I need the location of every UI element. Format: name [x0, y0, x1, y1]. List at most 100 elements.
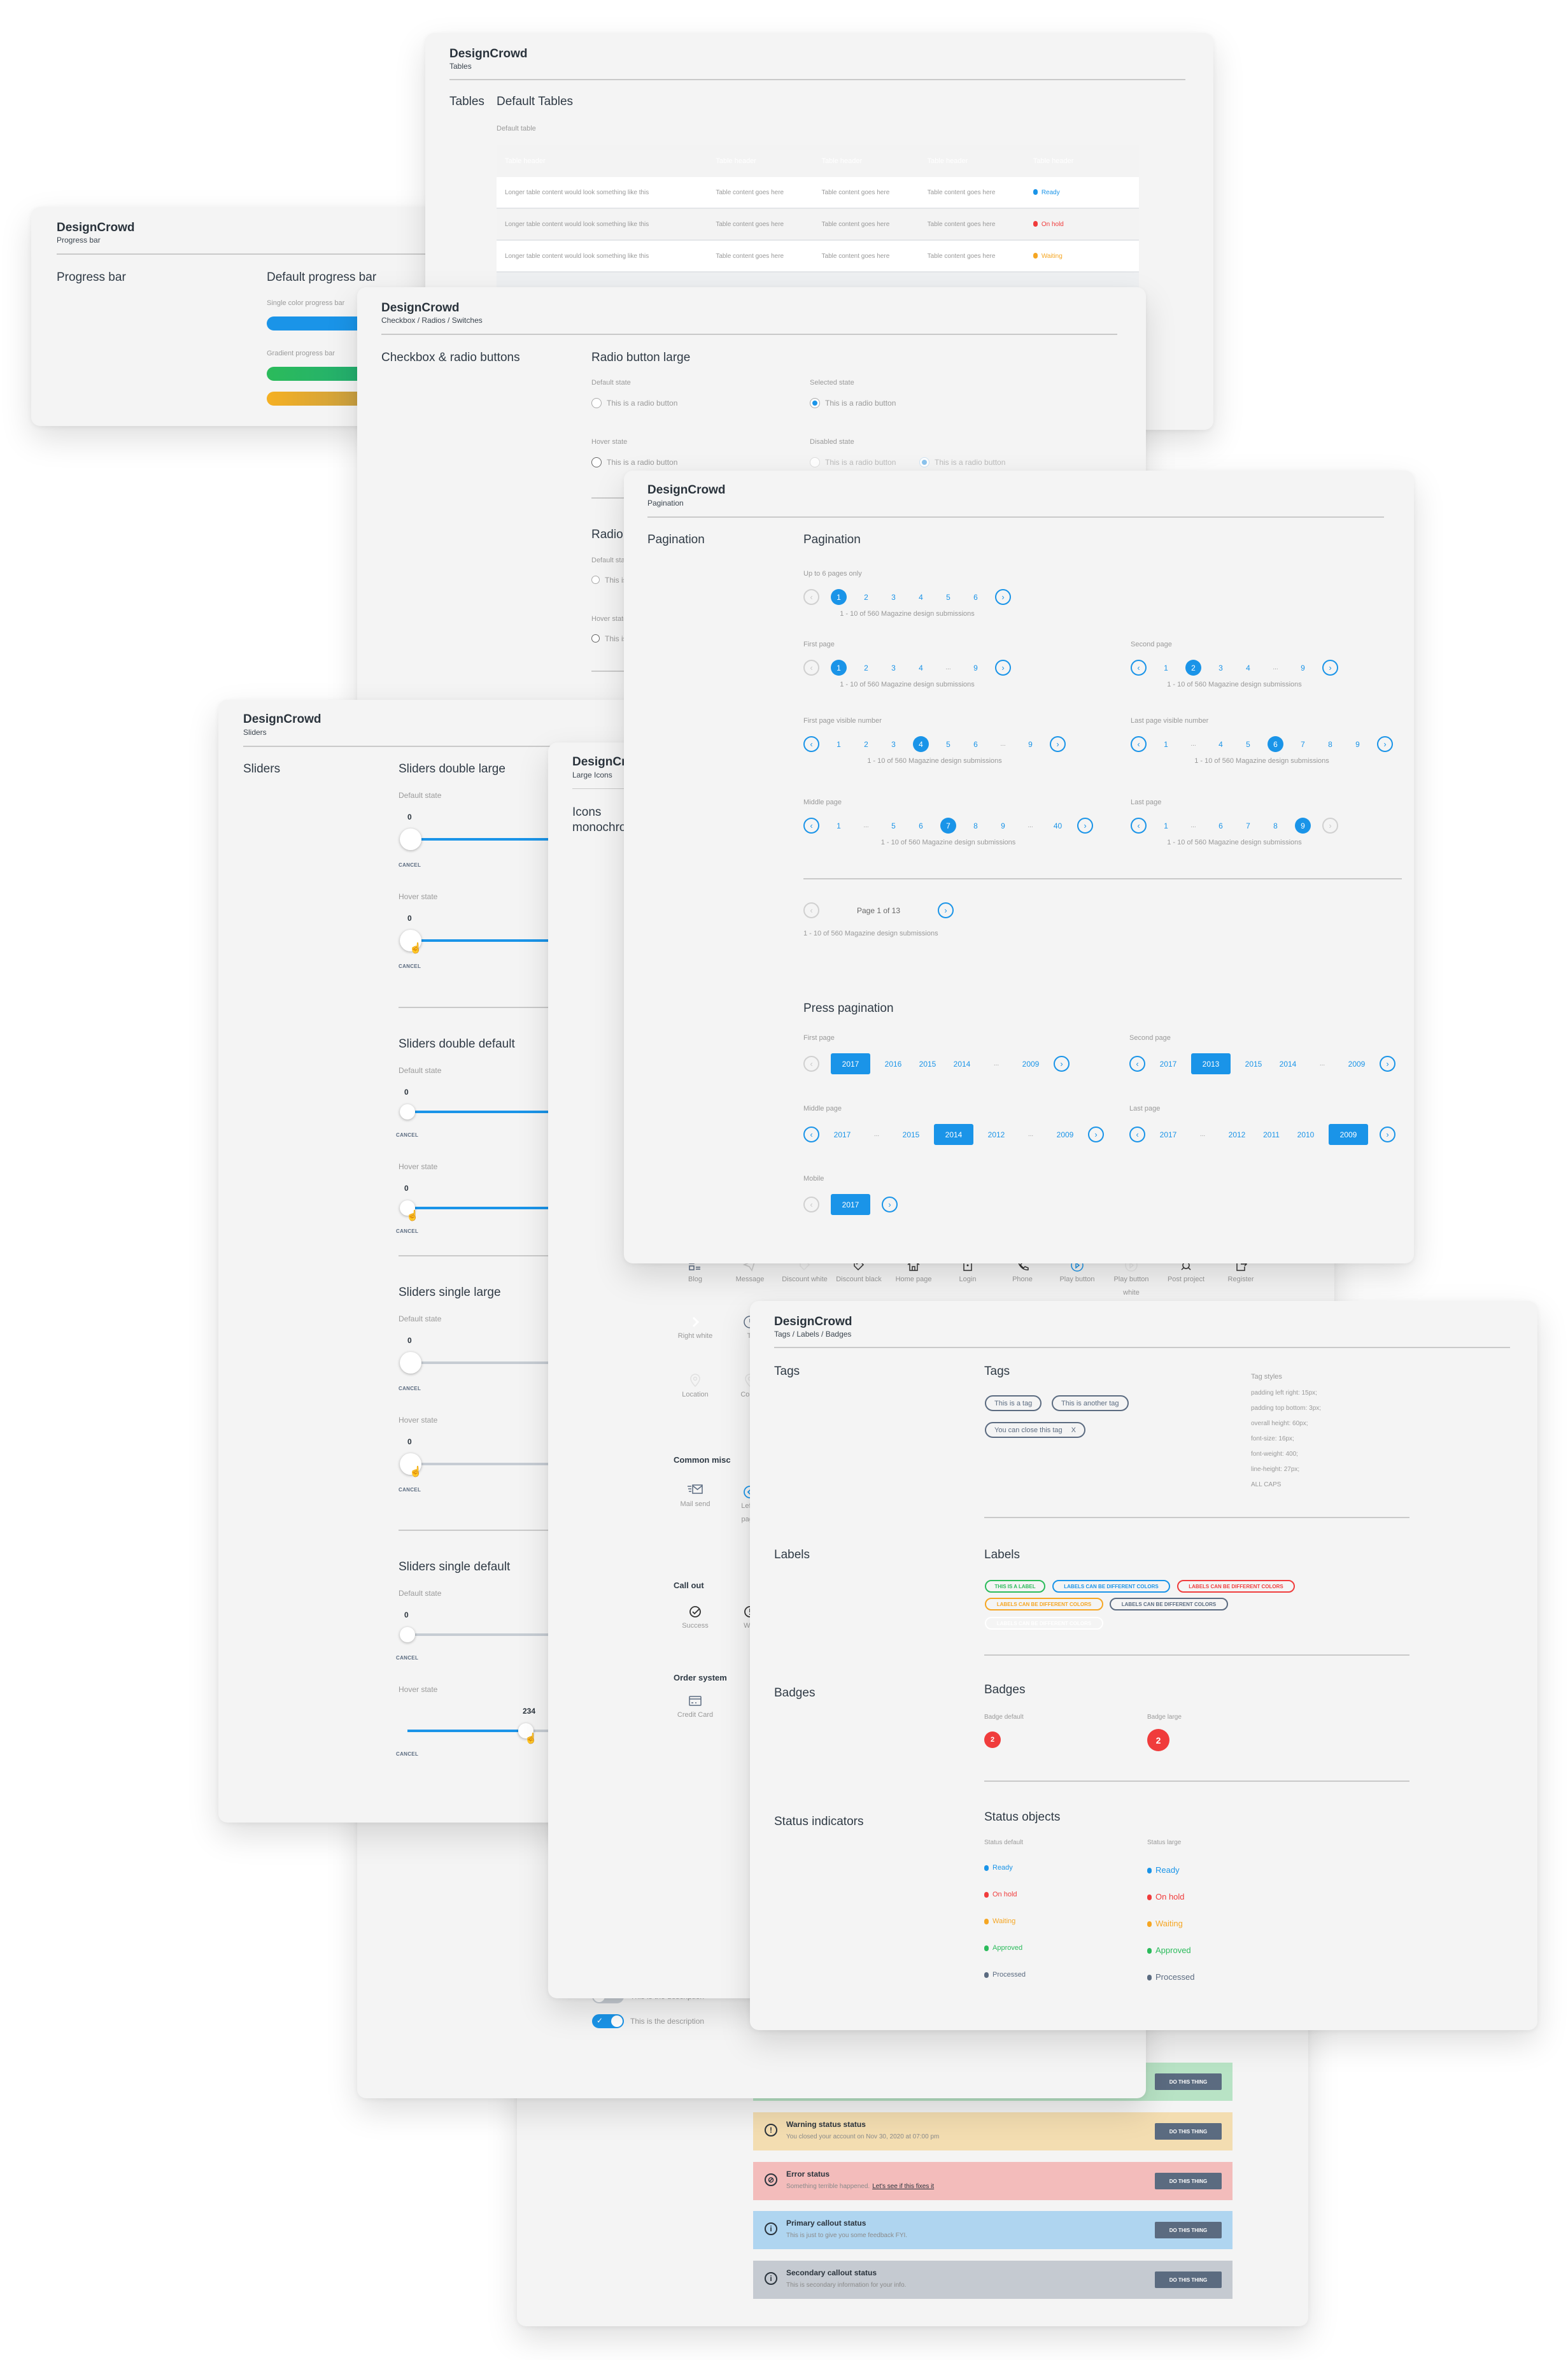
do-this-thing-button[interactable]: DO THIS THING	[1155, 2271, 1222, 2288]
page-button[interactable]: 8	[1317, 736, 1344, 752]
callout-link[interactable]: Let's see if this fixes it	[872, 2183, 934, 2190]
page-button[interactable]: 7	[1289, 736, 1317, 752]
next-button[interactable]: ›	[1374, 1127, 1401, 1142]
cancel-button[interactable]: CANCEL	[396, 1228, 418, 1234]
page-button[interactable]: 2010	[1289, 1127, 1323, 1142]
cancel-button[interactable]: CANCEL	[396, 1655, 418, 1661]
prev-button[interactable]: ‹	[1124, 1056, 1151, 1072]
prev-button[interactable]: ‹	[1125, 660, 1152, 676]
tag[interactable]: This is a tag	[985, 1395, 1042, 1411]
table-header-cell[interactable]: Table header	[928, 157, 1033, 165]
page-button[interactable]: 2009	[1323, 1124, 1374, 1145]
next-button[interactable]: ›	[1374, 1056, 1401, 1072]
prev-button[interactable]: ‹	[798, 1127, 825, 1142]
page-button[interactable]: 4	[907, 589, 935, 605]
page-button[interactable]: 6	[1262, 736, 1289, 752]
page-button[interactable]: 4	[1207, 736, 1234, 752]
page-button[interactable]: 9	[1289, 660, 1317, 676]
table-row[interactable]: Longer table content would look somethin…	[497, 209, 1139, 241]
prev-button[interactable]: ‹	[798, 1197, 825, 1212]
page-button[interactable]: 2017	[825, 1053, 876, 1074]
prev-button[interactable]: ‹	[798, 818, 825, 834]
table-row[interactable]: Longer table content would look somethin…	[497, 177, 1139, 209]
page-button[interactable]: 9	[1344, 736, 1371, 752]
next-button[interactable]: ›	[1371, 736, 1399, 752]
page-button[interactable]: 3	[880, 589, 907, 605]
table-header-cell[interactable]: Table header	[822, 157, 928, 165]
tag[interactable]: This is another tag	[1052, 1395, 1129, 1411]
cancel-button[interactable]: CANCEL	[396, 1751, 418, 1757]
toggle-on[interactable]: ✓	[592, 2014, 624, 2028]
next-button[interactable]: ›	[1082, 1127, 1110, 1142]
prev-button[interactable]: ‹	[798, 660, 825, 676]
slider-thumb[interactable]	[400, 828, 421, 850]
prev-button[interactable]: ‹	[1124, 1127, 1151, 1142]
page-button[interactable]: 7	[1234, 818, 1262, 834]
page-button[interactable]: 9	[1289, 818, 1317, 834]
page-button[interactable]: 2017	[825, 1127, 859, 1142]
cancel-button[interactable]: CANCEL	[399, 1487, 421, 1493]
prev-button[interactable]: ‹	[798, 736, 825, 752]
page-button[interactable]: 1	[825, 736, 852, 752]
next-button[interactable]: ›	[989, 660, 1017, 676]
next-button[interactable]: ›	[1317, 660, 1344, 676]
page-button[interactable]: 2	[1180, 660, 1207, 676]
page-button[interactable]: 2013	[1185, 1053, 1236, 1074]
icon-tile[interactable]: Play button white	[1106, 1258, 1157, 1300]
page-button[interactable]: 9	[989, 818, 1017, 834]
page-button[interactable]: 2014	[945, 1056, 979, 1072]
page-button[interactable]: 6	[962, 589, 989, 605]
page-button[interactable]: 1	[825, 818, 852, 834]
page-button[interactable]: 2014	[928, 1124, 979, 1145]
table-header-cell[interactable]: Table header	[1033, 157, 1139, 165]
radio-circle[interactable]	[591, 634, 600, 643]
next-button[interactable]: ›	[1071, 818, 1099, 834]
page-button[interactable]: 1	[825, 589, 852, 605]
page-button[interactable]: 5	[935, 736, 962, 752]
radio-circle[interactable]	[591, 397, 602, 408]
radio-hover[interactable]: This is a radio button	[591, 457, 677, 468]
page-button[interactable]: 2017	[825, 1194, 876, 1215]
page-button[interactable]: 2012	[979, 1127, 1014, 1142]
slider-thumb[interactable]	[400, 1352, 421, 1374]
page-button[interactable]: 2017	[1151, 1056, 1185, 1072]
table-header-cell[interactable]: Table header	[716, 157, 821, 165]
page-button[interactable]: 6	[962, 736, 989, 752]
page-button[interactable]: 4	[907, 660, 935, 676]
next-button[interactable]: ›	[876, 1197, 903, 1212]
slider-thumb[interactable]	[400, 1104, 415, 1120]
do-this-thing-button[interactable]: DO THIS THING	[1155, 2073, 1222, 2090]
page-button[interactable]: 2009	[1014, 1056, 1048, 1072]
page-button[interactable]: 8	[1262, 818, 1289, 834]
page-button[interactable]: 2009	[1339, 1056, 1374, 1072]
page-button[interactable]: 8	[962, 818, 989, 834]
do-this-thing-button[interactable]: DO THIS THING	[1155, 2222, 1222, 2238]
page-button[interactable]: 5	[935, 589, 962, 605]
table-row[interactable]: Longer table content would look somethin…	[497, 241, 1139, 273]
cancel-button[interactable]: CANCEL	[396, 1132, 418, 1138]
page-button[interactable]: 2014	[1271, 1056, 1305, 1072]
page-button[interactable]: 2	[852, 660, 880, 676]
page-button[interactable]: 2	[852, 736, 880, 752]
page-button[interactable]: 2015	[894, 1127, 928, 1142]
radio-circle[interactable]	[591, 576, 600, 585]
radio-default[interactable]: This is a radio button	[591, 397, 677, 409]
page-button[interactable]: 6	[907, 818, 935, 834]
page-button[interactable]: 4	[907, 736, 935, 752]
icon-tile[interactable]: Success	[667, 1604, 724, 1633]
do-this-thing-button[interactable]: DO THIS THING	[1155, 2123, 1222, 2140]
radio-circle-selected[interactable]	[810, 397, 820, 408]
page-button[interactable]: 40	[1044, 818, 1071, 834]
close-icon[interactable]: X	[1071, 1426, 1076, 1434]
radio-selected[interactable]: This is a radio button	[810, 397, 896, 409]
icon-tile[interactable]: Location	[667, 1373, 724, 1402]
next-button[interactable]: ›	[1044, 736, 1071, 752]
page-button[interactable]: 1	[825, 660, 852, 676]
page-button[interactable]: 3	[880, 660, 907, 676]
page-button[interactable]: 3	[880, 736, 907, 752]
page-button[interactable]: 3	[1207, 660, 1234, 676]
page-button[interactable]: 2016	[876, 1056, 910, 1072]
icon-tile[interactable]: Right white	[667, 1314, 724, 1343]
page-button[interactable]: 4	[1234, 660, 1262, 676]
cancel-button[interactable]: CANCEL	[399, 1386, 421, 1391]
